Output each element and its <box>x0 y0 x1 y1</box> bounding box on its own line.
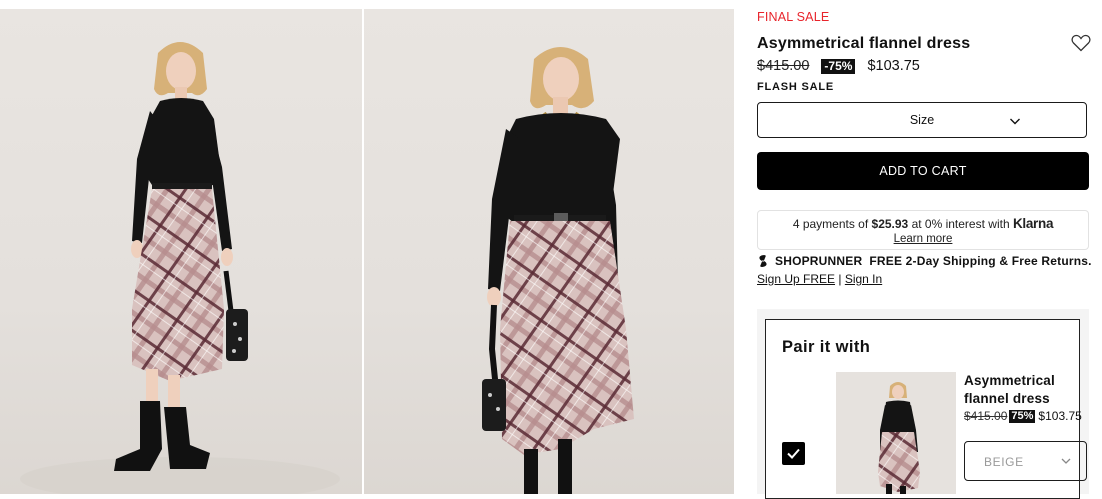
checkmark-icon <box>787 448 800 459</box>
shoprunner-brand: SHOPRUNNER <box>775 254 863 268</box>
klarna-prefix: 4 payments of <box>792 217 872 231</box>
klarna-logo: Klarna <box>1012 216 1054 231</box>
price-row: $415.00 -75% $103.75 <box>757 57 920 75</box>
pair-product-thumbnail[interactable] <box>836 372 956 494</box>
size-dropdown[interactable]: Size <box>757 102 1087 138</box>
shoprunner-links: Sign Up FREE | Sign In <box>757 272 882 286</box>
pair-price-row: $415.00 75% $103.75 <box>964 409 1082 423</box>
product-photo-front[interactable] <box>0 9 362 494</box>
final-sale-label: FINAL SALE <box>757 10 830 24</box>
klarna-amount: $25.93 <box>871 217 909 231</box>
pair-color-value: BEIGE <box>984 455 1024 469</box>
shoprunner-message: FREE 2-Day Shipping & Free Returns. <box>869 254 1092 268</box>
shoprunner-icon <box>759 255 767 267</box>
add-to-cart-button[interactable]: ADD TO CART <box>757 152 1089 190</box>
original-price: $415.00 <box>757 58 810 74</box>
shoprunner-banner: SHOPRUNNER FREE 2-Day Shipping & Free Re… <box>757 254 1092 268</box>
flash-sale-label: FLASH SALE <box>757 81 835 93</box>
size-dropdown-label: Size <box>909 113 935 127</box>
sale-price: $103.75 <box>867 58 920 74</box>
chevron-down-icon <box>1010 118 1020 125</box>
klarna-learn-more-link[interactable]: Learn more <box>758 233 1088 245</box>
shoprunner-separator: | <box>835 272 845 286</box>
pair-color-dropdown[interactable]: BEIGE <box>964 441 1087 481</box>
model-illustration <box>836 372 956 494</box>
pair-product-name[interactable]: Asymmetrical flannel dress <box>964 372 1074 408</box>
product-photo-detail[interactable] <box>364 9 734 494</box>
klarna-middle: at 0% interest with <box>908 217 1013 231</box>
product-title: Asymmetrical flannel dress <box>757 35 971 52</box>
model-illustration <box>482 47 634 494</box>
shoprunner-signup-link[interactable]: Sign Up FREE <box>757 272 835 286</box>
chevron-down-icon <box>1061 458 1071 464</box>
pair-checkbox[interactable] <box>782 442 805 465</box>
discount-badge: -75% <box>821 58 856 74</box>
klarna-installments: 4 payments of $25.93 at 0% interest with… <box>757 210 1089 250</box>
pair-sale-price: $103.75 <box>1038 409 1082 423</box>
pair-original-price: $415.00 <box>964 409 1008 423</box>
pair-discount-badge: 75% <box>1009 409 1036 423</box>
shoprunner-signin-link[interactable]: Sign In <box>845 272 882 286</box>
pair-heading: Pair it with <box>782 338 871 356</box>
heart-icon[interactable] <box>1071 34 1091 52</box>
model-illustration <box>20 42 340 494</box>
klarna-text: 4 payments of $25.93 at 0% interest with… <box>758 216 1088 231</box>
